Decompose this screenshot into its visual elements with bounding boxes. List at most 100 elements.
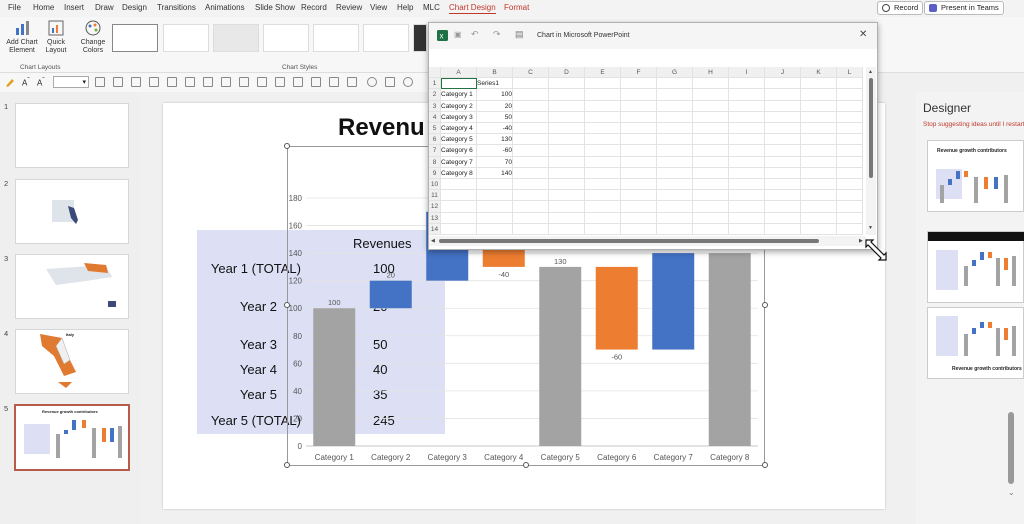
grid-cell[interactable] — [585, 201, 621, 213]
stop-suggesting-link[interactable]: Stop suggesting ideas until I restart — [923, 121, 1024, 128]
grid-cell[interactable] — [801, 123, 837, 135]
category-cell[interactable]: Category 2 — [441, 100, 477, 112]
grid-cell[interactable] — [585, 145, 621, 157]
category-cell[interactable]: Category 8 — [441, 167, 477, 179]
grid-cell[interactable] — [729, 179, 765, 191]
grid-cell[interactable] — [513, 190, 549, 202]
grid-cell[interactable] — [765, 111, 801, 123]
grid-cell[interactable] — [513, 167, 549, 179]
grid-cell[interactable] — [585, 89, 621, 101]
grid-cell[interactable] — [693, 156, 729, 168]
grid-cell[interactable] — [837, 123, 863, 135]
grid-cell[interactable] — [801, 167, 837, 179]
grid-cell[interactable] — [657, 123, 693, 135]
grid-cell[interactable] — [621, 100, 657, 112]
scroll-right-icon[interactable]: ▶ — [859, 238, 863, 244]
grid-cell[interactable] — [585, 100, 621, 112]
grid-cell[interactable] — [837, 145, 863, 157]
grid-cell[interactable] — [513, 134, 549, 146]
grid-cell[interactable] — [837, 201, 863, 213]
grid-cell[interactable] — [441, 201, 477, 213]
grid-cell[interactable] — [621, 223, 657, 235]
grid-cell[interactable] — [693, 100, 729, 112]
grid-cell[interactable] — [837, 179, 863, 191]
chevron-down-icon[interactable]: ⌄ — [1008, 488, 1015, 497]
grid-cell[interactable] — [621, 179, 657, 191]
grid-cell[interactable] — [801, 134, 837, 146]
grid-cell[interactable] — [585, 179, 621, 191]
grid-cell[interactable] — [801, 190, 837, 202]
grid-cell[interactable] — [549, 212, 585, 224]
grid-cell[interactable] — [621, 123, 657, 135]
grid-cell[interactable] — [765, 100, 801, 112]
grid-cell[interactable] — [477, 190, 513, 202]
grid-cell[interactable] — [693, 190, 729, 202]
grid-cell[interactable] — [477, 223, 513, 235]
grid-cell[interactable] — [801, 78, 837, 90]
grid-cell[interactable] — [549, 190, 585, 202]
grid-cell[interactable] — [729, 78, 765, 90]
grid-cell[interactable] — [765, 145, 801, 157]
grid-cell[interactable] — [657, 156, 693, 168]
grid-cell[interactable] — [837, 167, 863, 179]
grid-cell[interactable] — [693, 89, 729, 101]
grid-cell[interactable] — [837, 212, 863, 224]
grid-cell[interactable] — [729, 212, 765, 224]
category-cell[interactable]: Category 3 — [441, 111, 477, 123]
grid-cell[interactable] — [765, 212, 801, 224]
grid-cell[interactable] — [549, 201, 585, 213]
grid-cell[interactable] — [837, 134, 863, 146]
grid-cell[interactable] — [765, 201, 801, 213]
grid-cell[interactable] — [513, 111, 549, 123]
grid-cell[interactable] — [513, 78, 549, 90]
category-cell[interactable]: Category 5 — [441, 134, 477, 146]
grid-cell[interactable] — [765, 167, 801, 179]
grid-cell[interactable] — [585, 167, 621, 179]
grid-cell[interactable] — [513, 123, 549, 135]
grid-cell[interactable] — [657, 223, 693, 235]
grid-cell[interactable] — [693, 167, 729, 179]
grid-cell[interactable] — [549, 89, 585, 101]
grid-cell[interactable] — [621, 167, 657, 179]
chart-bar[interactable] — [708, 253, 751, 446]
grid-cell[interactable] — [477, 179, 513, 191]
grid-cell[interactable] — [801, 201, 837, 213]
grid-cell[interactable] — [657, 190, 693, 202]
grid-cell[interactable] — [477, 212, 513, 224]
grid-cell[interactable] — [693, 223, 729, 235]
grid-cell[interactable] — [801, 179, 837, 191]
grid-cell[interactable] — [729, 134, 765, 146]
grid-cell[interactable] — [729, 111, 765, 123]
grid-cell[interactable] — [765, 223, 801, 235]
grid-cell[interactable] — [549, 78, 585, 90]
grid-cell[interactable] — [441, 179, 477, 191]
grid-cell[interactable] — [549, 111, 585, 123]
grid-cell[interactable] — [729, 145, 765, 157]
vertical-scrollbar[interactable]: ▲ ▼ — [866, 67, 876, 235]
grid-cell[interactable] — [441, 190, 477, 202]
grid-cell[interactable] — [729, 190, 765, 202]
excel-data-window[interactable]: x ▣ ↶ ↷ ▤ Chart in Microsoft PowerPoint … — [428, 22, 878, 250]
grid-cell[interactable] — [765, 190, 801, 202]
cell-a1[interactable] — [441, 78, 477, 90]
grid-cell[interactable] — [765, 89, 801, 101]
grid-cell[interactable] — [729, 100, 765, 112]
grid-cell[interactable] — [585, 212, 621, 224]
category-cell[interactable]: Category 1 — [441, 89, 477, 101]
grid-cell[interactable] — [729, 167, 765, 179]
grid-cell[interactable] — [837, 100, 863, 112]
grid-cell[interactable] — [549, 145, 585, 157]
grid-cell[interactable] — [621, 89, 657, 101]
grid-cell[interactable] — [837, 111, 863, 123]
grid-cell[interactable] — [801, 111, 837, 123]
grid-cell[interactable] — [441, 212, 477, 224]
grid-cell[interactable] — [729, 89, 765, 101]
grid-cell[interactable] — [513, 212, 549, 224]
grid-cell[interactable] — [801, 100, 837, 112]
grid-cell[interactable] — [729, 201, 765, 213]
value-cell[interactable]: -60 — [477, 145, 513, 157]
designer-scrollbar[interactable] — [1008, 412, 1014, 484]
grid-cell[interactable] — [801, 223, 837, 235]
grid-cell[interactable] — [657, 212, 693, 224]
grid-cell[interactable] — [801, 212, 837, 224]
